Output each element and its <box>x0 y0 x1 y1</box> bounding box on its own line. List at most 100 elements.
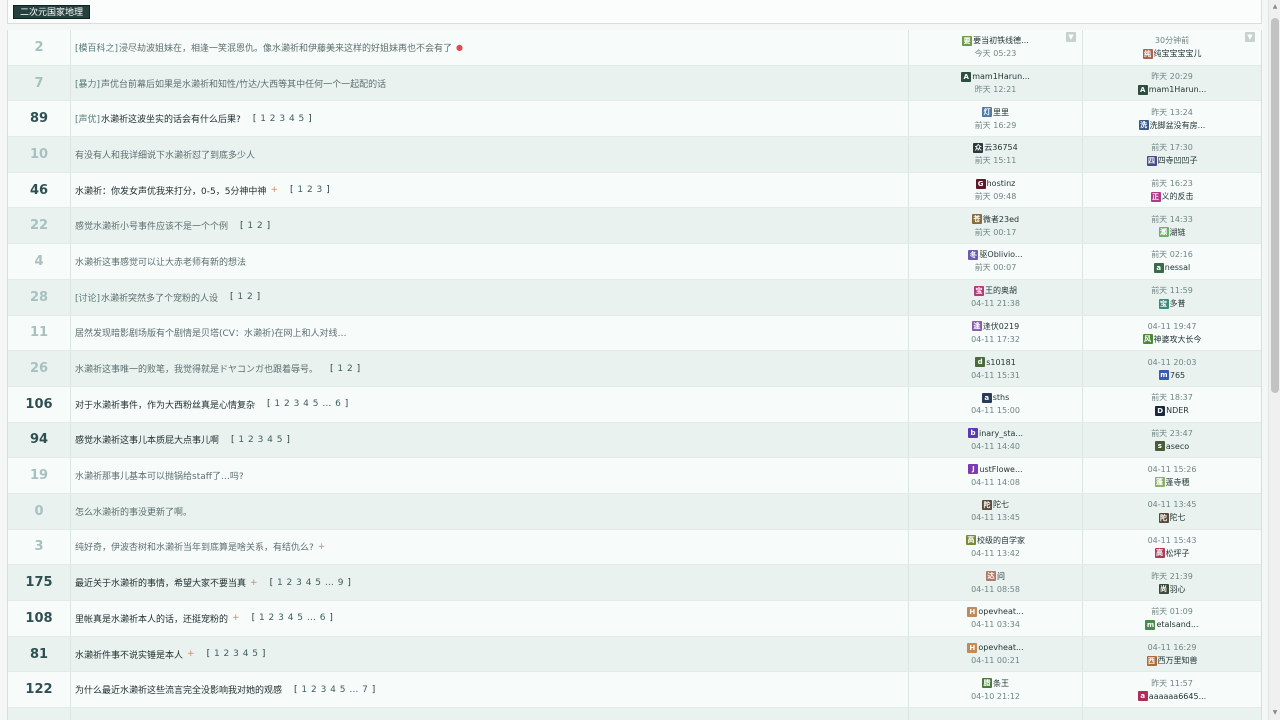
thread-title-link[interactable]: 水濑祈这事唯一的败笔，我觉得就是ドヤコンガ也跟着辱号。 <box>75 362 318 375</box>
author-name[interactable]: 要要当初铁线德... <box>962 34 1029 47</box>
avatar[interactable]: 宝 <box>1158 298 1169 309</box>
avatar[interactable]: 众 <box>973 142 984 153</box>
thread-pager[interactable]: [ 1 2 3 4 5 ] <box>253 114 312 124</box>
thread-title-link[interactable]: 纯好奇，伊波杏树和水濑祈当年到底算是啥关系，有结仇么? <box>75 540 314 553</box>
author-name[interactable]: JustFlowe... <box>968 463 1023 476</box>
last-reply-user[interactable]: m etalsand... <box>1145 618 1199 631</box>
username-text[interactable]: 里里 <box>993 106 1009 119</box>
thread-row[interactable]: 81 水濑祈件事不说实锤是本人 + [ 1 2 3 4 5 ] Hopevheat...… <box>8 636 1261 673</box>
avatar[interactable]: 宝 <box>974 285 984 296</box>
avatar[interactable]: 高 <box>1154 548 1165 559</box>
thread-row[interactable]: 28 [讨论] 水濑祈突然多了个宠粉的人设[ 1 2 ] 宝王的奥胡 04-11 21:… <box>8 279 1261 316</box>
username-text[interactable]: 陀七 <box>993 498 1009 511</box>
avatar[interactable]: a <box>1153 262 1164 273</box>
avatar[interactable]: 陀 <box>1158 512 1169 523</box>
avatar[interactable]: 蓬 <box>1154 477 1165 488</box>
thread-row[interactable]: 初中表04-11 01:58 <box>8 708 1261 720</box>
avatar[interactable]: a <box>1137 691 1148 702</box>
thread-row[interactable]: 0 怎么水濑祈的事没更新了啊。陀陀七 04-11 13:45 04-11 13:45 陀… <box>8 493 1261 530</box>
pager-pages[interactable]: 1 2 3 4 5 <box>238 435 283 445</box>
last-reply-user[interactable]: 尚羽心 <box>1158 583 1186 596</box>
thread-title-link[interactable]: 居然发现暗影剧场版有个剧情是贝塔(CV：水濑祈)在网上和人对线… <box>75 326 346 339</box>
avatar[interactable]: J <box>968 464 979 475</box>
avatar[interactable]: 灯 <box>982 107 992 118</box>
username-text[interactable]: 765 <box>1170 369 1185 382</box>
username-text[interactable]: 义的反击 <box>1162 190 1194 203</box>
username-text[interactable]: hostinz <box>987 177 1016 190</box>
avatar[interactable]: d <box>975 357 986 368</box>
username-text[interactable]: opevheat... <box>978 605 1023 618</box>
pager-pages[interactable]: 1 2 3 <box>297 185 322 195</box>
avatar[interactable]: G <box>975 178 986 189</box>
last-reply-user[interactable]: 正义的反击 <box>1150 190 1194 203</box>
thread-pager[interactable]: [ 1 2 ] <box>230 292 261 302</box>
pager-pages[interactable]: 1 2 3 4 5 … 6 <box>274 399 341 409</box>
thread-pager[interactable]: [ 1 2 3 4 5 … 9 ] <box>270 578 352 588</box>
author-name[interactable]: 苍微者23ed <box>971 213 1019 226</box>
thread-title-link[interactable]: 为什么最近水濑祈这些流言完全没影响我对她的观感 <box>75 683 282 696</box>
author-name[interactable]: Amam1Harun... <box>961 70 1030 83</box>
last-reply-user[interactable]: 蓬蓬寺穗 <box>1154 476 1190 489</box>
thread-row[interactable]: 122 为什么最近水濑祈这些流言完全没影响我对她的观感 [ 1 2 3 4 5 … … <box>8 672 1261 709</box>
username-text[interactable]: 微者23ed <box>983 213 1019 226</box>
avatar[interactable]: 陀 <box>982 499 992 510</box>
sort-toggle-icon[interactable]: ▼ <box>1245 32 1255 42</box>
avatar[interactable]: 洗 <box>1138 120 1149 131</box>
thread-title-link[interactable]: 对于水濑祈事件，作为大西粉丝真是心情复杂 <box>75 398 255 411</box>
last-reply-user[interactable]: 陀陀七 <box>1158 511 1186 524</box>
username-text[interactable]: 王的奥胡 <box>985 284 1017 297</box>
last-reply-user[interactable]: 西西万里知兽 <box>1146 654 1198 667</box>
thread-row[interactable]: 10 有没有人和我详细说下水濑祈怼了到底多少人 众云36754 前天 15:11 前天 … <box>8 137 1261 173</box>
last-reply-user[interactable]: D NDER <box>1155 404 1189 417</box>
thread-pager[interactable]: [ 1 2 ] <box>330 364 361 374</box>
thread-row[interactable]: 2 [模百科之] 浸尽劫波姐妹在，相逢一笑泯恩仇。像水濑祈和伊藤美来这样的好姐妹再也… <box>8 30 1261 66</box>
thread-row[interactable]: 3 纯好奇，伊波杏树和水濑祈当年到底算是啥关系，有结仇么? + 高校级的自学家 04-1… <box>8 529 1261 566</box>
avatar[interactable]: H <box>967 606 978 617</box>
pager-pages[interactable]: 1 2 3 4 5 … 7 <box>301 685 368 695</box>
sort-toggle-icon[interactable]: ▼ <box>1066 32 1076 42</box>
last-reply-user[interactable]: 洗洗脚盆没有房... <box>1138 119 1206 132</box>
last-reply-user[interactable]: m 765 <box>1158 369 1185 382</box>
thread-category[interactable]: [声优] <box>75 112 100 125</box>
username-text[interactable]: 条王 <box>993 677 1009 690</box>
avatar[interactable]: m <box>1145 619 1156 630</box>
thread-title-link[interactable]: 感觉水濑祈小号事件应该不是一个个例 <box>75 219 228 232</box>
thread-row[interactable]: 19 水濑祈那事儿基本可以抛锅给staff了…吗? JustFlowe... 04-1… <box>8 458 1261 494</box>
avatar[interactable]: s <box>1154 441 1165 452</box>
thread-pager[interactable]: [ 1 2 3 4 5 … 7 ] <box>294 685 376 695</box>
username-text[interactable]: 校级的自学家 <box>977 534 1025 547</box>
avatar[interactable]: 冬 <box>968 249 979 260</box>
thread-title-link[interactable]: 浸尽劫波姐妹在，相逢一笑泯恩仇。像水濑祈和伊藤美来这样的好姐妹再也不会有了 <box>119 41 452 54</box>
avatar[interactable]: 纯 <box>1142 48 1153 59</box>
username-text[interactable]: 多普 <box>1170 297 1186 310</box>
pager-pages[interactable]: 1 2 3 4 5 … 9 <box>277 578 344 588</box>
thread-title-link[interactable]: 有没有人和我详细说下水濑祈怼了到底多少人 <box>75 148 255 161</box>
author-name[interactable]: 达问 <box>986 570 1005 583</box>
username-text[interactable]: 要当初铁线德... <box>973 34 1029 47</box>
avatar[interactable]: D <box>1155 405 1166 416</box>
thread-category[interactable]: [模百科之] <box>75 41 118 54</box>
forum-name-tag[interactable]: 二次元国家地理 <box>13 5 91 19</box>
username-text[interactable]: 四寺凹凹子 <box>1158 154 1198 167</box>
author-name[interactable]: 高校级的自学家 <box>966 534 1025 547</box>
thread-row[interactable]: 46 水濑祈：你发女声优我来打分，0-5，5分神中神 + [ 1 2 3 ] Ghost… <box>8 172 1261 209</box>
username-text[interactable]: opevheat... <box>978 641 1023 654</box>
thread-row[interactable]: 94 感觉水濑祈这事儿本质屁大点事儿啊 [ 1 2 3 4 5 ] b inary_st… <box>8 422 1261 459</box>
thread-pager[interactable]: [ 1 2 3 4 5 ] <box>207 649 266 659</box>
avatar[interactable]: 正 <box>1150 191 1161 202</box>
thread-row[interactable]: 22 感觉水濑祈小号事件应该不是一个个例 [ 1 2 ] 苍微者23ed 前天 00:1… <box>8 208 1261 245</box>
pager-pages[interactable]: 1 2 3 4 5 <box>260 114 305 124</box>
author-name[interactable]: Hopevheat... <box>967 605 1024 618</box>
scroll-thumb[interactable] <box>1271 18 1279 393</box>
last-reply-user[interactable]: 瀬湖链 <box>1158 226 1186 239</box>
username-text[interactable]: 洗脚盆没有房... <box>1150 119 1206 132</box>
avatar[interactable]: m <box>1158 370 1169 381</box>
username-text[interactable]: 羽心 <box>1170 583 1186 596</box>
author-name[interactable]: Ghostinz <box>975 177 1016 190</box>
thread-title-link[interactable]: 声优台前幕后如果是水濑祈和知性/竹达/大西等其中任何一个一起配的话 <box>101 77 386 90</box>
avatar[interactable]: 西 <box>1146 655 1157 666</box>
scroll-down-arrow-icon[interactable]: ▼ <box>1271 709 1279 717</box>
author-name[interactable]: d s10181 <box>975 356 1016 369</box>
last-reply-user[interactable]: 四四寺凹凹子 <box>1146 154 1198 167</box>
avatar[interactable]: 苍 <box>971 214 982 225</box>
